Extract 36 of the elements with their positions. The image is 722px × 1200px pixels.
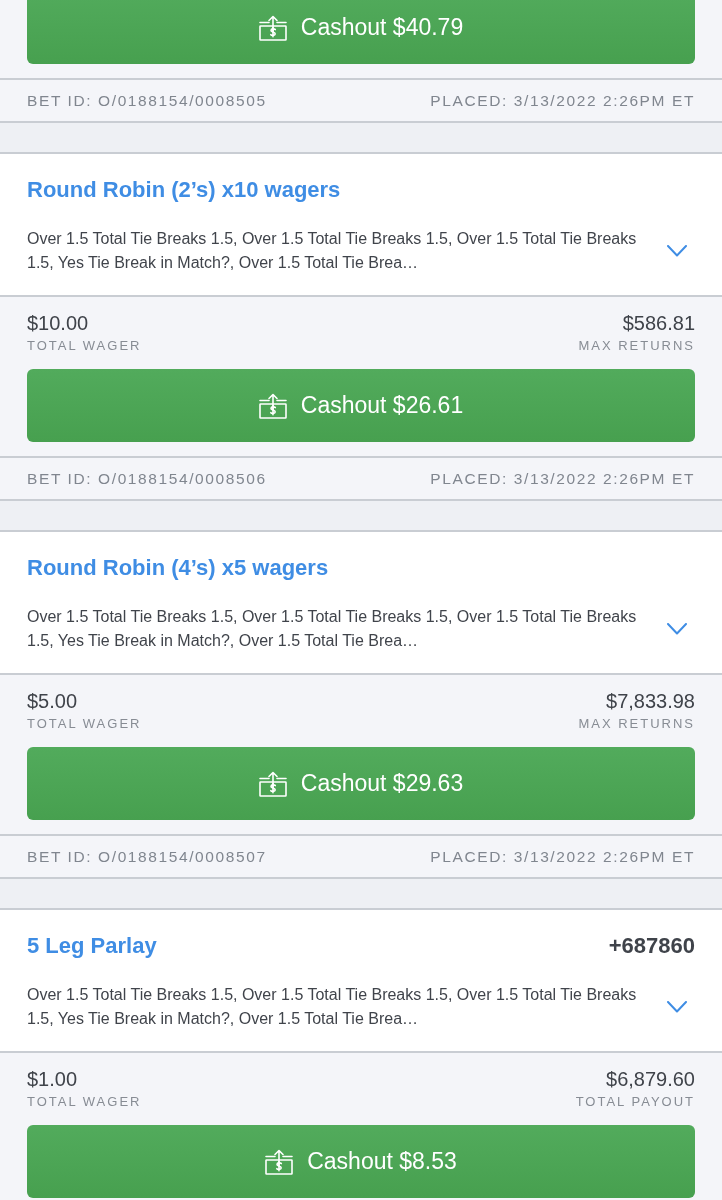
returns-label: TOTAL PAYOUT <box>575 1093 695 1111</box>
returns-amount: $586.81 <box>621 311 695 335</box>
expand-chevron-icon[interactable] <box>667 1001 687 1013</box>
bet-title: Round Robin (4’s) x5 wagers <box>27 554 329 582</box>
wager-amount: $10.00 <box>27 311 90 335</box>
wager-label: TOTAL WAGER <box>27 715 142 733</box>
bet-legs-text: Over 1.5 Total Tie Breaks 1.5, Over 1.5 Total Tie Breaks 1.5, Over 1.5 Total Tie Breaks 1.5, Yes Tie Break in Match?, Over 1.5 Total Tie Brea… <box>27 985 638 1029</box>
cashout-button[interactable]: Cashout $26.61 <box>27 369 695 442</box>
cashout-button[interactable]: Cashout $8.53 <box>27 1125 695 1198</box>
wager-amount: $5.00 <box>27 689 79 713</box>
cash-arrow-icon <box>258 770 287 797</box>
returns-amount: $6,879.60 <box>605 1067 695 1091</box>
cashout-button[interactable]: Cashout $29.63 <box>27 747 695 820</box>
cashout-button[interactable]: Cashout $40.79 <box>27 0 695 64</box>
wager-amount: $1.00 <box>27 1067 79 1091</box>
bet-legs-text: Over 1.5 Total Tie Breaks 1.5, Over 1.5 Total Tie Breaks 1.5, Over 1.5 Total Tie Breaks 1.5, Yes Tie Break in Match?, Over 1.5 Total Tie Brea… <box>27 607 638 651</box>
expand-chevron-icon[interactable] <box>667 623 687 635</box>
returns-label: MAX RETURNS <box>578 337 695 355</box>
bet-legs-text: Over 1.5 Total Tie Breaks 1.5, Over 1.5 Total Tie Breaks 1.5, Over 1.5 Total Tie Breaks 1.5, Yes Tie Break in Match?, Over 1.5 Total Tie Brea… <box>27 229 638 273</box>
wager-label: TOTAL WAGER <box>27 337 142 355</box>
expand-chevron-icon[interactable] <box>667 245 687 257</box>
wager-label: TOTAL WAGER <box>27 1093 142 1111</box>
placed-date-text: PLACED: 3/13/2022 2:26PM ET <box>430 846 695 867</box>
returns-amount: $7,833.98 <box>605 689 695 713</box>
cash-arrow-icon <box>265 1148 294 1175</box>
cash-arrow-icon <box>258 14 287 41</box>
odds-text: +687860 <box>608 932 695 960</box>
returns-label: MAX RETURNS <box>578 715 695 733</box>
placed-date-text: PLACED: 3/13/2022 2:26PM ET <box>430 90 695 111</box>
cash-arrow-icon <box>258 392 287 419</box>
bet-id-text: BET ID: O/0188154/0008507 <box>27 846 267 867</box>
bet-id-text: BET ID: O/0188154/0008506 <box>27 468 267 489</box>
bet-id-text: BET ID: O/0188154/0008505 <box>27 90 267 111</box>
placed-date-text: PLACED: 3/13/2022 2:26PM ET <box>430 468 695 489</box>
bet-title: 5 Leg Parlay <box>27 932 157 960</box>
bet-title: Round Robin (2’s) x10 wagers <box>27 176 341 204</box>
